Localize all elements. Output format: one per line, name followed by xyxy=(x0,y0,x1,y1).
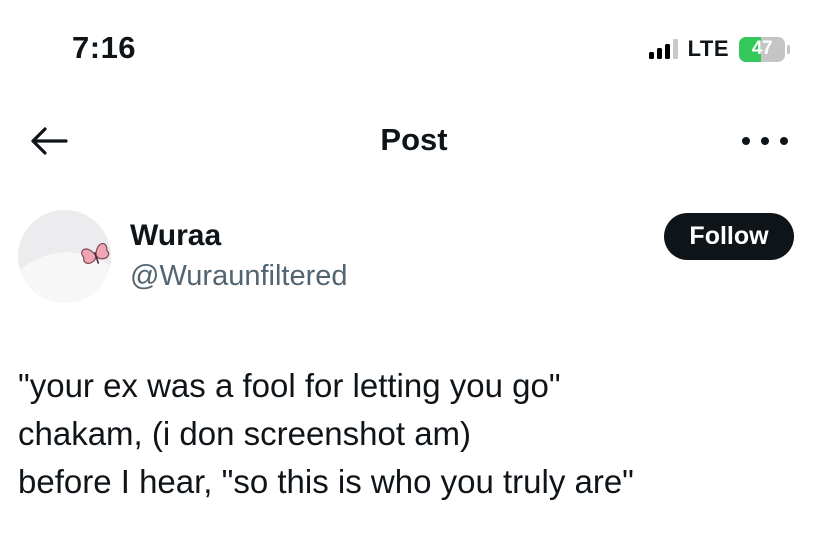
battery-level: 47 xyxy=(751,38,773,59)
cellular-signal-icon xyxy=(648,39,678,59)
status-time: 7:16 xyxy=(72,30,137,65)
battery-icon: 47 xyxy=(739,36,790,62)
status-indicators: LTE 47 xyxy=(648,36,790,62)
more-horizontal-icon xyxy=(742,137,750,145)
more-options-button[interactable] xyxy=(742,128,788,154)
follow-button[interactable]: Follow xyxy=(664,213,794,260)
post-text-line: "your ex was a fool for letting you go" xyxy=(18,367,561,404)
author-handle[interactable]: @Wuraunfiltered xyxy=(130,260,348,293)
post-screen: 7:16 LTE 47 Post Wuraa @Wuraunfiltered F… xyxy=(0,0,828,534)
post-text: "your ex was a fool for letting you go" … xyxy=(18,362,808,506)
avatar[interactable] xyxy=(18,210,111,303)
page-title: Post xyxy=(380,122,448,157)
network-type: LTE xyxy=(687,36,729,61)
post-text-line: chakam, (i don screenshot am) xyxy=(18,415,472,452)
author-name[interactable]: Wuraa xyxy=(130,219,221,253)
avatar-image xyxy=(18,210,111,303)
post-text-line: before I hear, "so this is who you truly… xyxy=(18,463,634,500)
